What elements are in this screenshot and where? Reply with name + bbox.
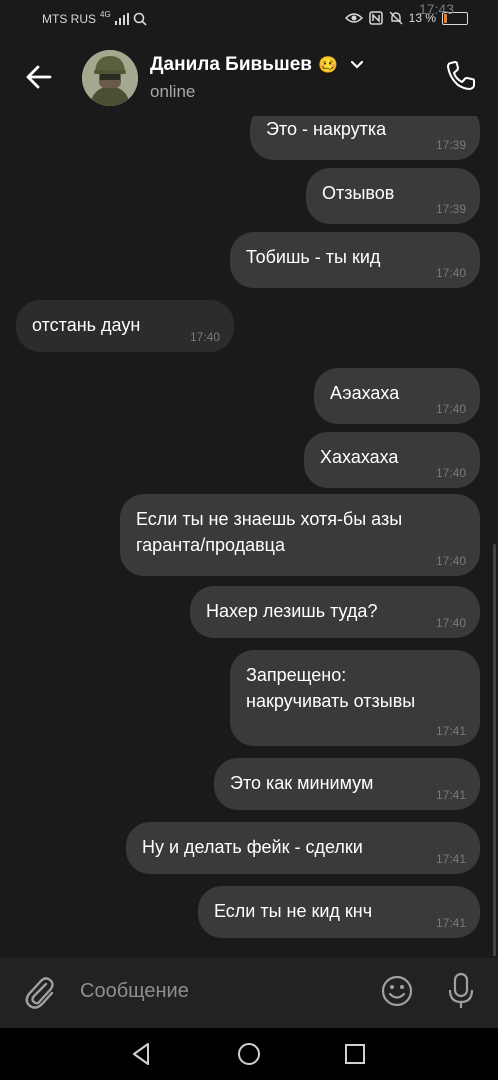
message-time: 17:41 [435, 724, 466, 738]
message-time: 17:40 [435, 616, 466, 630]
paperclip-icon[interactable] [22, 974, 56, 1010]
mute-bell-icon [389, 11, 403, 25]
phone-icon[interactable] [444, 58, 478, 92]
signal-icon [114, 13, 129, 25]
message-composer: Сообщение [0, 958, 498, 1028]
nav-recents-icon[interactable] [341, 1040, 369, 1068]
message-time: 17:40 [189, 330, 220, 344]
search-icon [133, 12, 147, 26]
message-bubble-out[interactable]: Аэахаха 17:40 [314, 368, 480, 424]
nav-home-icon[interactable] [235, 1040, 263, 1068]
system-nav-bar [0, 1028, 498, 1080]
message-text-line: Если ты не знаешь хотя-бы азы [136, 509, 403, 529]
nav-back-icon[interactable] [128, 1040, 156, 1068]
message-bubble-out[interactable]: Нахер лезишь туда? 17:40 [190, 586, 480, 638]
message-text: Хахахаха [320, 447, 399, 467]
message-input[interactable]: Сообщение [80, 980, 189, 1003]
chat-header: Данила Бивьшев 🥴 online [0, 38, 498, 116]
message-bubble-out[interactable]: Отзывов 17:39 [306, 168, 480, 224]
message-time: 17:41 [435, 788, 466, 802]
smile-icon[interactable] [380, 974, 414, 1008]
message-bubble-out[interactable]: Ну и делать фейк - сделки 17:41 [126, 822, 480, 874]
contact-status: online [150, 82, 196, 101]
contact-emoji: 🥴 [317, 57, 338, 74]
message-text-line: гаранта/продавца [136, 535, 285, 555]
message-time: 17:39 [435, 138, 466, 152]
microphone-icon[interactable] [446, 972, 476, 1010]
message-bubble-out[interactable]: Это - накрутка 17:39 [250, 116, 480, 160]
message-text: Если ты не кид кнч [214, 901, 373, 921]
message-text: Это как минимум [230, 773, 374, 793]
message-text: Аэахаха [330, 383, 400, 403]
message-bubble-out[interactable]: Тобишь - ты кид 17:40 [230, 232, 480, 288]
message-time: 17:40 [435, 554, 466, 568]
message-text: Тобишь - ты кид [246, 247, 381, 267]
status-bar: MTS RUS 4G 13 % 17:43 [0, 0, 498, 38]
message-time: 17:40 [435, 402, 466, 416]
message-bubble-out[interactable]: Хахахаха 17:40 [304, 432, 480, 488]
message-text: Нахер лезишь туда? [206, 601, 378, 621]
scrollbar[interactable] [493, 544, 496, 956]
message-text: Ну и делать фейк - сделки [142, 837, 363, 857]
carrier-label: MTS RUS [42, 12, 96, 26]
message-time: 17:40 [435, 466, 466, 480]
message-text-line: накручивать отзывы [246, 691, 416, 711]
nfc-icon [368, 11, 383, 25]
chevron-down-icon[interactable] [350, 60, 364, 70]
message-bubble-out[interactable]: Если ты не кид кнч 17:41 [198, 886, 480, 938]
message-time: 17:40 [435, 266, 466, 280]
network-type-label: 4G [100, 9, 111, 19]
message-text: Это - накрутка [266, 119, 387, 139]
message-bubble-out[interactable]: Запрещено: накручивать отзывы 17:41 [230, 650, 480, 746]
message-bubble-out[interactable]: Это как минимум 17:41 [214, 758, 480, 810]
message-text: Отзывов [322, 183, 395, 203]
message-time: 17:41 [435, 852, 466, 866]
message-text-line: Запрещено: [246, 665, 347, 685]
clock: 17:43 [418, 1, 454, 17]
arrow-left-icon[interactable] [22, 60, 56, 94]
contact-name[interactable]: Данила Бивьшев [150, 54, 312, 76]
message-bubble-in[interactable]: отстань даун 17:40 [16, 300, 234, 352]
message-bubble-out[interactable]: Если ты не знаешь хотя-бы азы гаранта/пр… [120, 494, 480, 576]
message-list[interactable]: Это - накрутка 17:39 Отзывов 17:39 Тобиш… [0, 116, 498, 956]
message-time: 17:39 [435, 202, 466, 216]
message-text: отстань даун [32, 315, 141, 335]
avatar-soldier-icon [82, 50, 138, 106]
eye-icon [344, 13, 363, 23]
avatar[interactable] [82, 50, 138, 106]
message-time: 17:41 [435, 916, 466, 930]
